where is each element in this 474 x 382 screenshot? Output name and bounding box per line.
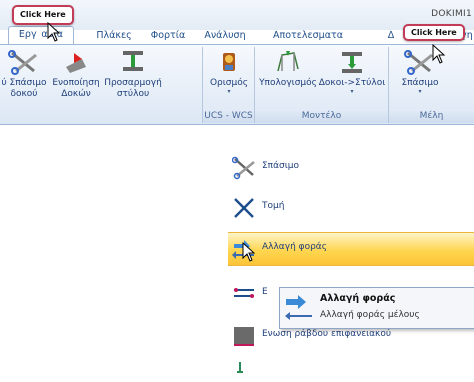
scissors-icon xyxy=(8,50,37,75)
tab-plakes[interactable]: Πλάκες xyxy=(94,28,134,44)
mouse-cursor-icon xyxy=(432,44,446,64)
chevron-down-icon: ▾ xyxy=(418,88,422,95)
menu-item-label: Ενωση ράβδου επιφανειακού xyxy=(262,329,392,339)
window-title: DOKIMI1 xyxy=(431,9,472,19)
merge-beams-icon xyxy=(66,53,86,73)
merge-beams-label-2: Δοκών xyxy=(61,89,91,99)
reverse-direction-icon xyxy=(285,295,312,320)
define-wizard-icon xyxy=(223,53,235,71)
tab-ergasia[interactable]: Εργ_ασία xyxy=(8,26,74,45)
tab-label: Εργ xyxy=(18,29,37,40)
reverse-direction-tooltip: Αλλαγή φοράς Αλλαγή φοράς μέλους xyxy=(279,287,474,329)
click-here-callout-tab: Click Here xyxy=(12,5,74,25)
adjust-column-label-2: στύλου xyxy=(116,89,150,99)
calculation-button[interactable]: Υπολογισμός xyxy=(258,49,318,103)
adjust-column-button[interactable]: Προσαρμογή στύλου xyxy=(100,49,166,103)
define-button[interactable]: Ορισμός ▾ xyxy=(206,49,252,103)
menu-item-label: Αλλαγή φοράς xyxy=(262,242,328,252)
chevron-down-icon: ▾ xyxy=(350,88,354,95)
small-arrow-icon xyxy=(237,362,243,373)
split-beam-label-1: ύ Σπάσιμο xyxy=(1,78,47,88)
split-beam-label-2: δοκού xyxy=(10,89,38,99)
tooltip-title: Αλλαγή φοράς xyxy=(320,293,396,304)
extend-icon xyxy=(234,288,254,298)
menu-item-label: Ε xyxy=(262,287,268,297)
intersect-icon xyxy=(234,198,254,218)
menu-item-label: Σπάσιμο xyxy=(262,161,300,171)
menu-item-reverse-direction[interactable]: Αλλαγή φοράς xyxy=(228,232,474,266)
beams-to-columns-button[interactable]: Δοκοι->Στύλοι ▾ xyxy=(318,49,386,103)
menu-item-partial[interactable] xyxy=(228,356,474,374)
calculation-label: Υπολογισμός xyxy=(259,78,317,88)
tooltip-subtitle: Αλλαγή φοράς μέλους xyxy=(320,310,420,320)
chevron-down-icon: ▾ xyxy=(227,88,231,95)
merge-beams-label-1: Ενοποίηση xyxy=(52,78,100,88)
tab-apotelesmata[interactable]: Αποτελεσματα xyxy=(272,28,344,44)
menu-item-intersect[interactable]: Τομή xyxy=(228,192,474,224)
merge-beams-button[interactable]: Ενοποίηση Δοκών xyxy=(52,49,100,103)
frame-calculation-icon xyxy=(277,51,299,72)
adjust-column-icon xyxy=(123,51,143,71)
beam-to-column-icon xyxy=(342,52,362,73)
split-beam-button[interactable]: ύ Σπάσιμο δοκού xyxy=(0,49,52,103)
scissors-icon xyxy=(232,156,255,180)
mouse-cursor-icon xyxy=(242,242,256,262)
group-label-members: Μέλη xyxy=(389,109,474,123)
click-here-callout-ribbon: Click Here xyxy=(403,24,465,41)
tab-analysi[interactable]: Ανάλυση xyxy=(200,28,250,44)
tab-fortia[interactable]: Φορτία xyxy=(148,28,188,44)
tab-d[interactable]: Δ xyxy=(386,28,396,44)
menu-item-split[interactable]: Σπάσιμο xyxy=(228,152,474,184)
group-label-model: Μοντέλο xyxy=(255,109,388,123)
split-dropdown-menu: Σπάσιμο Τομή Αλλαγή φοράς Ε Ενωση ράβδου… xyxy=(228,146,474,374)
mouse-cursor-icon xyxy=(47,22,61,42)
menu-item-label: Τομή xyxy=(262,201,285,211)
group-label-ucs-wcs: UCS - WCS xyxy=(203,109,254,123)
adjust-column-label-1: Προσαρμογή xyxy=(104,78,162,88)
surface-bar-join-icon xyxy=(234,327,254,346)
ribbon: ύ Σπάσιμο δοκού Ενοποίηση Δοκών Προσαρμο… xyxy=(0,44,474,125)
